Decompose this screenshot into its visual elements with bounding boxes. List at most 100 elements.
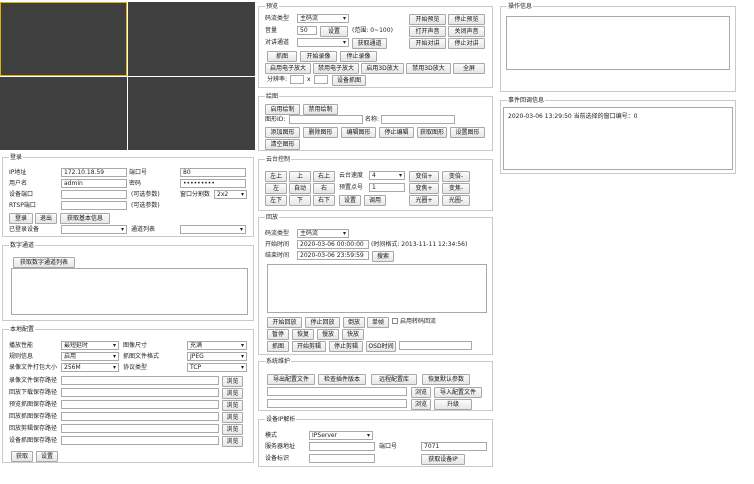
ptz-down-button[interactable]: 下 [289,195,311,206]
get-talk-channel-button[interactable]: 获取通道 [352,38,387,49]
device-port-input[interactable] [61,190,127,199]
stop-record-button[interactable]: 停止录像 [340,51,377,62]
check-plugin-button[interactable]: 检查插件版本 [318,374,366,385]
server-address-input[interactable] [309,442,375,451]
clear-shapes-button[interactable]: 清空图形 [265,139,300,150]
iris-in-button[interactable]: 光圈+ [409,195,439,206]
upgrade-path-input[interactable] [267,399,407,408]
edit-shape-button[interactable]: 编辑图形 [341,127,376,138]
reverse-button[interactable]: 倒放 [343,317,365,328]
osd-time-button[interactable]: OSD时间 [366,341,396,352]
get-shape-button[interactable]: 获取图形 [417,127,447,138]
single-frame-button[interactable]: 单帧 [367,317,389,328]
fast-button[interactable]: 快放 [342,329,364,340]
add-shape-button[interactable]: 添加图形 [265,127,300,138]
volume-set-button[interactable]: 设置 [320,26,348,37]
video-window-2[interactable] [128,2,255,76]
window-split-select[interactable]: 2x2 [214,190,247,199]
slow-button[interactable]: 慢放 [317,329,339,340]
ptz-down-right-button[interactable]: 右下 [313,195,335,206]
video-grid[interactable] [0,0,256,150]
rule-info-select[interactable]: 启用 [61,352,119,361]
transcode-checkbox[interactable] [392,318,398,324]
password-input[interactable]: ••••••••• [180,179,246,188]
end-time-input[interactable]: 2020-03-06 23:59:59 [297,251,369,260]
import-path-input[interactable] [267,387,407,396]
logged-device-select[interactable] [61,225,127,234]
ptz-down-left-button[interactable]: 左下 [265,195,287,206]
pack-size-select[interactable]: 256M [61,363,119,372]
volume-input[interactable]: 50 [297,26,317,35]
capture-button[interactable]: 抓图 [267,51,297,62]
event-log-box[interactable]: 2020-03-06 13:29:50 当前选择的窗口编号：0 [503,107,733,170]
resume-button[interactable]: 恢复 [292,329,314,340]
local-get-button[interactable]: 获取 [11,451,33,462]
disable-3d-zoom-button[interactable]: 禁用3D放大 [406,63,451,74]
shape-name-input[interactable] [381,115,455,124]
video-window-4[interactable] [128,77,255,150]
search-button[interactable]: 搜索 [372,251,394,262]
ptz-auto-button[interactable]: 自动 [289,183,311,194]
path-input[interactable] [61,424,219,433]
local-set-button[interactable]: 设置 [36,451,58,462]
device-capture-button[interactable]: 设备抓图 [332,75,366,86]
resolution-height-input[interactable] [314,75,328,84]
start-talk-button[interactable]: 开始对讲 [409,38,446,49]
upgrade-browse-button[interactable]: 浏览 [411,399,431,410]
enable-3d-zoom-button[interactable]: 启用3D放大 [361,63,404,74]
video-window-3[interactable] [0,77,127,150]
get-basic-info-button[interactable]: 获取基本信息 [60,213,110,224]
restore-default-button[interactable]: 恢复默认参数 [422,374,470,385]
ptz-up-left-button[interactable]: 左上 [265,171,287,182]
mode-select[interactable]: IPServer [309,431,373,440]
browse-button[interactable]: 浏览 [222,436,243,447]
start-preview-button[interactable]: 开始预览 [409,14,446,25]
focus-out-button[interactable]: 变焦- [442,183,470,194]
browse-button[interactable]: 浏览 [222,388,243,399]
path-input[interactable] [61,376,219,385]
delete-shape-button[interactable]: 删除图形 [303,127,338,138]
start-playback-button[interactable]: 开始回放 [267,317,302,328]
talk-channel-select[interactable] [297,38,349,47]
capture-format-select[interactable]: JPEG [187,352,247,361]
ip-port-input[interactable]: 7071 [421,442,487,451]
ptz-right-button[interactable]: 右 [313,183,335,194]
stop-edit-button[interactable]: 停止编辑 [379,127,414,138]
channel-list-select[interactable] [180,225,246,234]
enable-ezoom-button[interactable]: 启用电子放大 [265,63,311,74]
remote-config-button[interactable]: 远程配置库 [371,374,417,385]
get-device-ip-button[interactable]: 获取设备IP [421,454,465,465]
start-clip-button[interactable]: 开始剪辑 [292,341,326,352]
stop-preview-button[interactable]: 停止预览 [448,14,485,25]
login-button[interactable]: 登录 [9,213,33,224]
operation-info-box[interactable] [506,16,730,70]
logout-button[interactable]: 退出 [35,213,57,224]
video-window-1[interactable] [0,2,127,76]
import-browse-button[interactable]: 浏览 [411,387,431,398]
ptz-speed-select[interactable]: 4 [369,171,405,180]
focus-in-button[interactable]: 变焦+ [409,183,439,194]
protocol-select[interactable]: TCP [187,363,247,372]
ptz-left-button[interactable]: 左 [265,183,287,194]
stream-type-select[interactable]: 主码流 [297,14,349,23]
browse-button[interactable]: 浏览 [222,400,243,411]
shape-id-input[interactable] [289,115,363,124]
preset-input[interactable]: 1 [369,183,405,192]
port-input[interactable]: 80 [180,168,246,177]
close-sound-button[interactable]: 关闭声音 [448,26,485,37]
pb-capture-button[interactable]: 抓图 [267,341,289,352]
preset-call-button[interactable]: 调用 [364,195,386,206]
export-config-button[interactable]: 导出配置文件 [267,374,315,385]
import-config-button[interactable]: 导入配置文件 [434,387,482,398]
browse-button[interactable]: 浏览 [222,412,243,423]
disable-draw-button[interactable]: 禁用绘制 [303,104,338,115]
get-digital-channels-button[interactable]: 获取数字通道列表 [13,257,75,268]
play-performance-select[interactable]: 最短延时 [61,341,119,350]
open-sound-button[interactable]: 打开声音 [409,26,446,37]
preset-set-button[interactable]: 设置 [339,195,361,206]
ptz-up-right-button[interactable]: 右上 [313,171,335,182]
disable-ezoom-button[interactable]: 禁用电子放大 [313,63,359,74]
stop-playback-button[interactable]: 停止回放 [305,317,340,328]
path-input[interactable] [61,388,219,397]
stop-clip-button[interactable]: 停止剪辑 [329,341,363,352]
